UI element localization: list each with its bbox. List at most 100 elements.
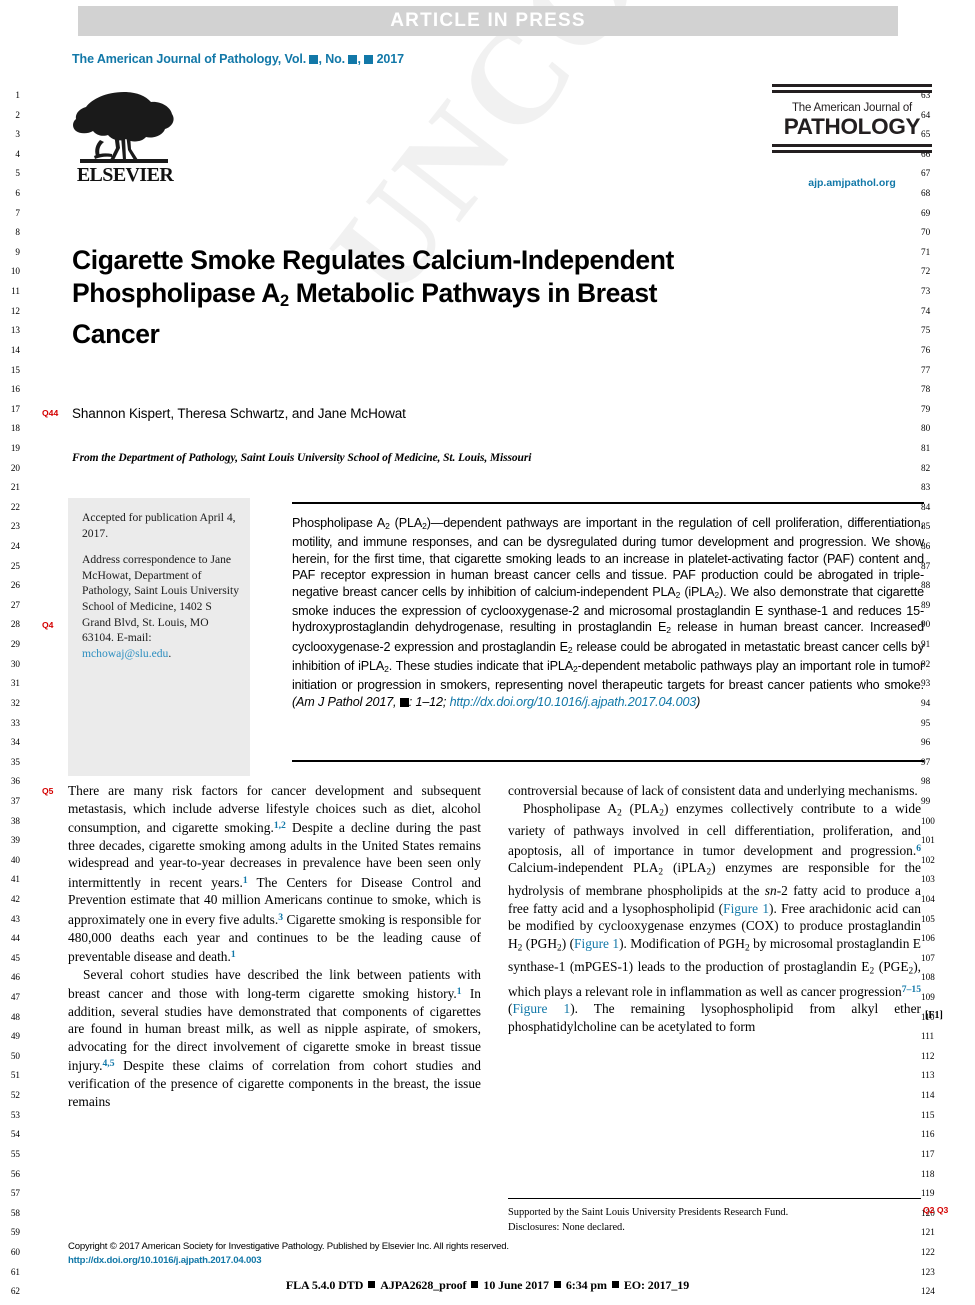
line-number: 102 — [921, 854, 935, 865]
dtd-time: 6:34 pm — [565, 1278, 607, 1292]
line-number: 39 — [10, 835, 20, 846]
corresponding-email-link[interactable]: mchowaj@slu.edu — [82, 647, 168, 660]
line-number: 60 — [10, 1246, 20, 1257]
address-period: . — [168, 646, 172, 660]
placeholder-square-icon — [399, 697, 409, 707]
figure-link[interactable]: Figure 1 — [512, 1001, 570, 1016]
copyright-text: Copyright © 2017 American Society for In… — [68, 1241, 509, 1252]
line-number: 15 — [10, 364, 20, 375]
line-number: 114 — [921, 1090, 935, 1101]
line-number: 75 — [921, 325, 931, 336]
journal-logo-line1: The American Journal of — [791, 102, 913, 114]
line-number: 86 — [921, 541, 931, 552]
text-seg: Phospholipase A — [523, 800, 618, 816]
paragraph: Several cohort studies have described th… — [68, 966, 481, 1110]
line-number: 78 — [921, 384, 931, 395]
placeholder-square-icon — [364, 55, 374, 64]
line-number: 54 — [10, 1129, 20, 1140]
query-tag-q2-q3[interactable]: Q2 Q3 — [923, 1205, 948, 1215]
footnote-rule — [508, 1198, 921, 1199]
elsevier-wordmark: ELSEVIER — [76, 164, 174, 186]
line-number: 93 — [921, 678, 931, 689]
line-number: 21 — [10, 482, 20, 493]
figure-link[interactable]: Figure 1 — [723, 901, 769, 916]
line-number: 47 — [10, 992, 20, 1003]
line-number: 121 — [921, 1227, 935, 1238]
citation-ref[interactable]: 1,2 — [274, 820, 286, 831]
line-number: 56 — [10, 1168, 20, 1179]
line-number: 107 — [921, 952, 935, 963]
line-number: 73 — [921, 286, 931, 297]
line-number: 17 — [10, 403, 20, 414]
line-number: 118 — [921, 1168, 935, 1179]
title-line-2a: Phospholipase A — [72, 278, 280, 308]
line-number: 29 — [10, 639, 20, 650]
separator-square-icon — [368, 1281, 376, 1288]
footer-doi-link[interactable]: http://dx.doi.org/10.1016/j.ajpath.2017.… — [68, 1255, 262, 1266]
line-number: 122 — [921, 1246, 935, 1257]
journal-logo-line2: PATHOLOGY — [783, 114, 921, 139]
running-head-mid1: , No. — [318, 52, 349, 66]
line-number: 34 — [10, 737, 20, 748]
abstract-doi-link[interactable]: http://dx.doi.org/10.1016/j.ajpath.2017.… — [450, 695, 697, 709]
abstract-seg: Phospholipase A — [292, 516, 386, 530]
abstract-rule-bottom — [292, 760, 924, 762]
line-number: 89 — [921, 599, 931, 610]
line-number: 20 — [10, 462, 20, 473]
abstract-citation-post: : 1–12; — [408, 694, 450, 709]
line-number: 7 — [15, 207, 20, 218]
line-number: 90 — [921, 619, 931, 630]
line-number: 82 — [921, 462, 931, 473]
logo-rule-top — [772, 84, 932, 93]
funding-statement: Supported by the Saint Louis University … — [508, 1207, 789, 1218]
line-number: 84 — [921, 501, 931, 512]
affiliation: From the Department of Pathology, Saint … — [72, 452, 532, 464]
line-number: 59 — [10, 1227, 20, 1238]
line-number: 87 — [921, 560, 931, 571]
line-number: 6 — [15, 188, 20, 199]
line-number: 58 — [10, 1207, 20, 1218]
figure-placement-tag-f1: [F1] — [925, 1010, 943, 1021]
body-column-right: controversial because of lack of consist… — [508, 782, 921, 1035]
line-number: 1 — [15, 90, 20, 100]
elsevier-logo: ELSEVIER — [66, 88, 184, 187]
citation-ref[interactable]: 1 — [231, 949, 236, 960]
line-number: 101 — [921, 835, 935, 846]
line-number: 74 — [921, 305, 931, 316]
line-number: 2 — [15, 109, 20, 120]
line-number: 13 — [10, 325, 20, 336]
line-number: 106 — [921, 933, 935, 944]
line-number: 22 — [10, 501, 20, 512]
line-number: 24 — [10, 541, 20, 552]
line-number: 98 — [921, 776, 931, 787]
query-tag-q44[interactable]: Q44 — [42, 408, 58, 418]
text-seg: ). The remaining lysophospholipid from a… — [508, 1001, 921, 1034]
line-number: 51 — [10, 1070, 20, 1081]
text-seg: ) ( — [561, 935, 575, 951]
line-number: 35 — [10, 756, 20, 767]
citation-ref[interactable]: 4,5 — [102, 1058, 114, 1069]
line-number: 8 — [15, 227, 20, 238]
journal-url-link[interactable]: ajp.amjpathol.org — [772, 177, 932, 189]
line-number: 115 — [921, 1109, 935, 1120]
dtd-version: FLA 5.4.0 DTD — [285, 1278, 364, 1292]
address-text: Address correspondence to Jane McHowat, … — [82, 553, 240, 645]
line-number: 36 — [10, 776, 20, 787]
copyright-block: Copyright © 2017 American Society for In… — [68, 1240, 768, 1268]
journal-article-proof-page: UNCORRECTED PROOF ARTICLE IN PRESS The A… — [0, 0, 975, 1305]
line-number: 25 — [10, 560, 20, 571]
line-number: 52 — [10, 1090, 20, 1101]
line-number: 44 — [10, 933, 20, 944]
citation-ref[interactable]: 6 — [916, 843, 921, 854]
line-number: 79 — [921, 403, 931, 414]
paragraph: Phospholipase A2 (PLA2) enzymes collecti… — [508, 800, 921, 1036]
query-tag-q4[interactable]: Q4 — [42, 620, 53, 630]
abstract-seg: . These studies indicate that iPLA — [388, 659, 573, 674]
title-line-3: Cancer — [72, 319, 160, 350]
citation-ref[interactable]: 7–15 — [902, 984, 921, 995]
query-tag-q5[interactable]: Q5 — [42, 786, 53, 796]
disclosures-statement: Disclosures: None declared. — [508, 1222, 625, 1233]
figure-link[interactable]: Figure 1 — [574, 936, 619, 951]
running-head-prefix: The American Journal of Pathology, Vol. — [72, 52, 310, 66]
author-list: Shannon Kispert, Theresa Schwartz, and J… — [72, 406, 406, 421]
